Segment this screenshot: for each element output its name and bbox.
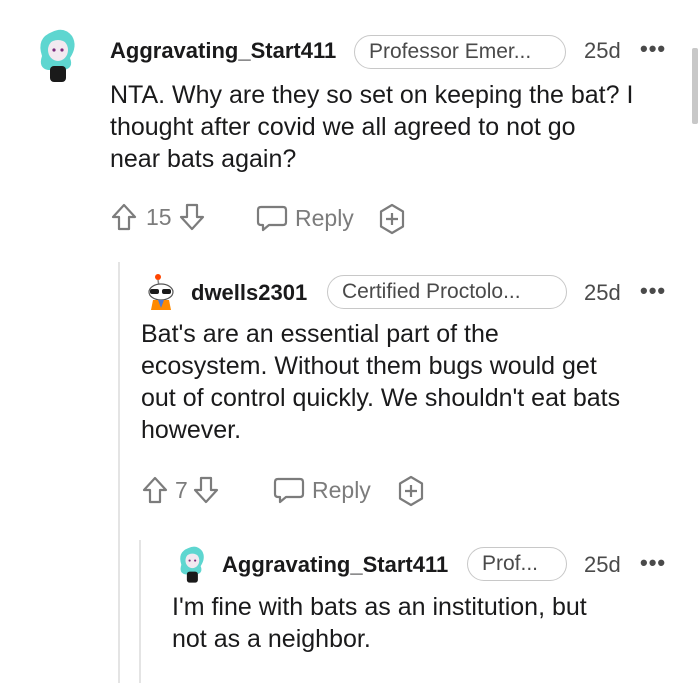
more-options-icon[interactable]: ••• [640,278,666,304]
thread-line[interactable] [139,540,141,683]
comment-line: thought after covid we all agreed to not… [110,113,576,141]
thread-line[interactable] [118,262,120,683]
user-flair: Certified Proctolo... [327,275,567,309]
award-plus-icon[interactable] [395,475,427,507]
speech-bubble-icon [272,475,306,505]
upvote-icon[interactable] [110,202,138,232]
user-flair: Prof... [467,547,567,581]
downvote-icon[interactable] [178,202,206,232]
user-flair: Professor Emer... [354,35,566,69]
vote-controls: 7 [141,475,220,505]
reply-button[interactable]: Reply [272,475,371,505]
username[interactable]: dwells2301 [191,280,307,306]
comment-line: I'm fine with bats as an institution, bu… [172,593,587,621]
comment-body: NTA. Why are they so set on keeping the … [110,79,680,175]
reply-button[interactable]: Reply [255,203,354,233]
comment-age: 25d [584,552,621,577]
avatar[interactable] [34,26,78,84]
award-plus-icon[interactable] [376,203,408,235]
scrollbar-thumb[interactable] [692,48,698,124]
comment-line: near bats again? [110,145,297,173]
comment-line: ecosystem. Without them bugs would get [141,352,597,380]
avatar-icon [180,546,204,583]
comment-line: Bat's are an essential part of the [141,320,499,348]
comment-age: 25d [584,280,621,305]
avatar-icon [148,274,174,310]
username[interactable]: Aggravating_Start411 [110,38,336,64]
reply-label: Reply [295,204,354,231]
vote-score: 7 [175,476,188,503]
upvote-icon[interactable] [141,475,169,505]
downvote-icon[interactable] [192,475,220,505]
more-options-icon[interactable]: ••• [640,36,666,62]
avatar[interactable] [174,544,208,584]
comment-line: not as a neighbor. [172,625,371,653]
comment-line: NTA. Why are they so set on keeping the … [110,81,634,109]
avatar[interactable] [144,272,178,312]
username[interactable]: Aggravating_Start411 [222,552,448,578]
comment-body: I'm fine with bats as an institution, bu… [172,591,682,655]
vote-score: 15 [146,203,172,230]
comment-line: out of control quickly. We shouldn't eat… [141,384,621,412]
comment-age: 25d [584,38,621,63]
speech-bubble-icon [255,203,289,233]
vote-controls: 15 [110,202,206,232]
more-options-icon[interactable]: ••• [640,550,666,576]
comment-line: however. [141,416,242,444]
avatar-icon [40,29,75,82]
reply-label: Reply [312,476,371,503]
comment-body: Bat's are an essential part of the ecosy… [141,318,681,446]
